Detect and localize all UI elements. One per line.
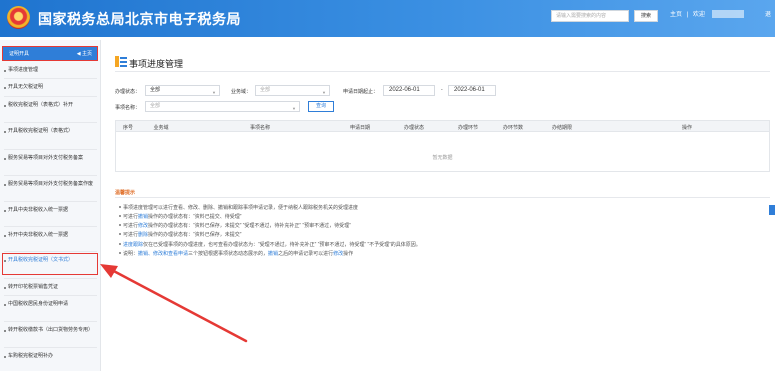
sidebar-home-link[interactable]: ◀ 主页: [77, 50, 92, 57]
top-header: 国家税务总局北京市电子税务局 请输入需要搜索的内容 搜索 主页 | 欢迎 退: [0, 0, 775, 37]
sidebar-item-issue-document[interactable]: 开具税收完税证明（文书式）: [4, 257, 96, 264]
welcome-text: |: [686, 12, 689, 18]
item-name-placeholder: 全部: [150, 103, 161, 109]
divider: [4, 278, 97, 279]
sidebar-item-no-tax-owed[interactable]: 开具无欠税证明: [4, 84, 96, 91]
progress-table: 序号 业务域 事项名称 申请日期 办理状态 办理环节 办环节数 办结期限 操作 …: [115, 120, 770, 172]
date-separator: -: [441, 87, 443, 93]
status-label: 办理状态：: [115, 89, 141, 95]
item-name-label: 事项名称：: [115, 105, 141, 111]
tips-title: 温馨提示: [115, 190, 136, 196]
header-links: 主页 | 欢迎: [670, 9, 747, 19]
tip-line: 事项进度管理可以进行查看、修改、删除、撤销和跟踪事项申请记录，便于纳税人跟踪税务…: [118, 205, 359, 211]
sidebar-item-service-filing-void[interactable]: 服务贸易等项目对外支付税务备案作废: [4, 181, 96, 188]
tip-line: 可进行撤销操作的办理状态有：“资料已提交、待受理”: [118, 214, 242, 220]
sidebar-item-issue-table[interactable]: 开具税收完税证明（表格式）: [4, 128, 96, 135]
sidebar-item-vehicle-tax[interactable]: 车购税完税证明补办: [4, 353, 96, 360]
sidebar-item-reissue-central-nontax[interactable]: 补开中央非税收入统一票据: [4, 232, 96, 239]
divider: [4, 251, 97, 252]
header-search-button[interactable]: 搜索: [634, 10, 658, 22]
tip-line: 进度跟踪仅在已受理事项的办理进度，也可查看办理状态为：“受理不通过，待补充补正”…: [119, 242, 421, 248]
sidebar-item-service-filing[interactable]: 服务贸易等项目对外支付税务备案: [4, 155, 96, 162]
column-header: 序号: [122, 125, 134, 131]
chevron-down-icon: ▼: [322, 90, 326, 95]
column-header: 事项名称: [249, 125, 271, 131]
divider: [4, 78, 97, 79]
divider: [4, 175, 97, 176]
domain-select-placeholder: 全部: [260, 87, 271, 93]
divider: [115, 197, 770, 198]
chevron-down-icon: ▼: [292, 106, 296, 111]
divider: [4, 122, 97, 123]
home-link[interactable]: 主页: [670, 12, 682, 18]
divider: [4, 347, 97, 348]
divider: [4, 149, 97, 150]
divider: [4, 295, 97, 296]
site-title: 国家税务总局北京市电子税务局: [38, 11, 241, 27]
column-header: 办环节数: [502, 125, 524, 131]
column-header: 申请日期: [349, 125, 371, 131]
divider: [4, 201, 97, 202]
user-name-redacted: [711, 10, 744, 19]
column-header: 操作: [681, 125, 693, 131]
date-from-input[interactable]: 2022-06-01: [383, 85, 435, 96]
tip-line: 说明：撤销、修改和查看申请三个按钮根据事项状态动态展示的，撤销之后的申请记录可以…: [118, 251, 354, 257]
page-title: 事项进度管理: [129, 59, 184, 69]
date-range-label: 申请日期起止：: [343, 89, 379, 95]
sidebar-item-tax-resident[interactable]: 中国税收居民身份证明申请: [4, 301, 96, 308]
status-select-value: 全部: [150, 87, 161, 93]
table-header: 序号 业务域 事项名称 申请日期 办理状态 办理环节 办环节数 办结期限 操作: [116, 121, 769, 132]
sidebar-item-progress[interactable]: 事项进度管理: [4, 67, 96, 74]
tip-line: 可进行修改操作的办理状态有：“资料已保存，未提交” “受理不通过，待补充补正” …: [119, 223, 351, 229]
sidebar-header-label: 证明开具: [9, 51, 30, 57]
date-to-input[interactable]: 2022-06-01: [448, 85, 496, 96]
sidebar-item-reissue-table[interactable]: 税收完税证明（表格式）补开: [4, 102, 96, 109]
page-list-icon: [115, 56, 127, 67]
item-name-select[interactable]: 全部 ▼: [145, 101, 300, 112]
divider: [4, 96, 97, 97]
logout-link[interactable]: 退: [765, 9, 771, 18]
query-button[interactable]: 查询: [308, 101, 334, 112]
domain-label: 业务域：: [231, 89, 252, 95]
divider: [4, 226, 97, 227]
divider: [115, 71, 770, 72]
sidebar-header[interactable]: 证明开具 ◀ 主页: [2, 46, 98, 61]
column-header: 业务域: [153, 125, 169, 131]
chevron-down-icon: ▼: [212, 90, 216, 95]
header-search-input[interactable]: 请输入需要搜索的内容: [551, 10, 629, 22]
column-header: 办理状态: [403, 125, 425, 131]
status-select[interactable]: 全部 ▼: [145, 85, 220, 96]
sidebar-item-export-payment[interactable]: 转开税收缴款书（出口货物劳务专用）: [4, 327, 96, 334]
sidebar-item-issue-central-nontax[interactable]: 开具中央非税收入统一票据: [4, 207, 96, 214]
tax-bureau-logo-icon: [7, 6, 30, 29]
divider: [4, 321, 97, 322]
table-empty-text: 暂无数据: [432, 155, 453, 161]
column-header: 办理环节: [457, 125, 479, 131]
domain-select[interactable]: 全部 ▼: [255, 85, 330, 96]
column-header: 办结期限: [551, 125, 573, 131]
tip-line: 可进行删除操作的办理状态有：“资料已保存，未提交”: [118, 232, 242, 238]
side-float-tab[interactable]: [769, 205, 775, 215]
sidebar-item-stamp-tax-voucher[interactable]: 转开印花税票销售凭证: [4, 284, 96, 291]
welcome-label: 欢迎: [692, 12, 705, 18]
